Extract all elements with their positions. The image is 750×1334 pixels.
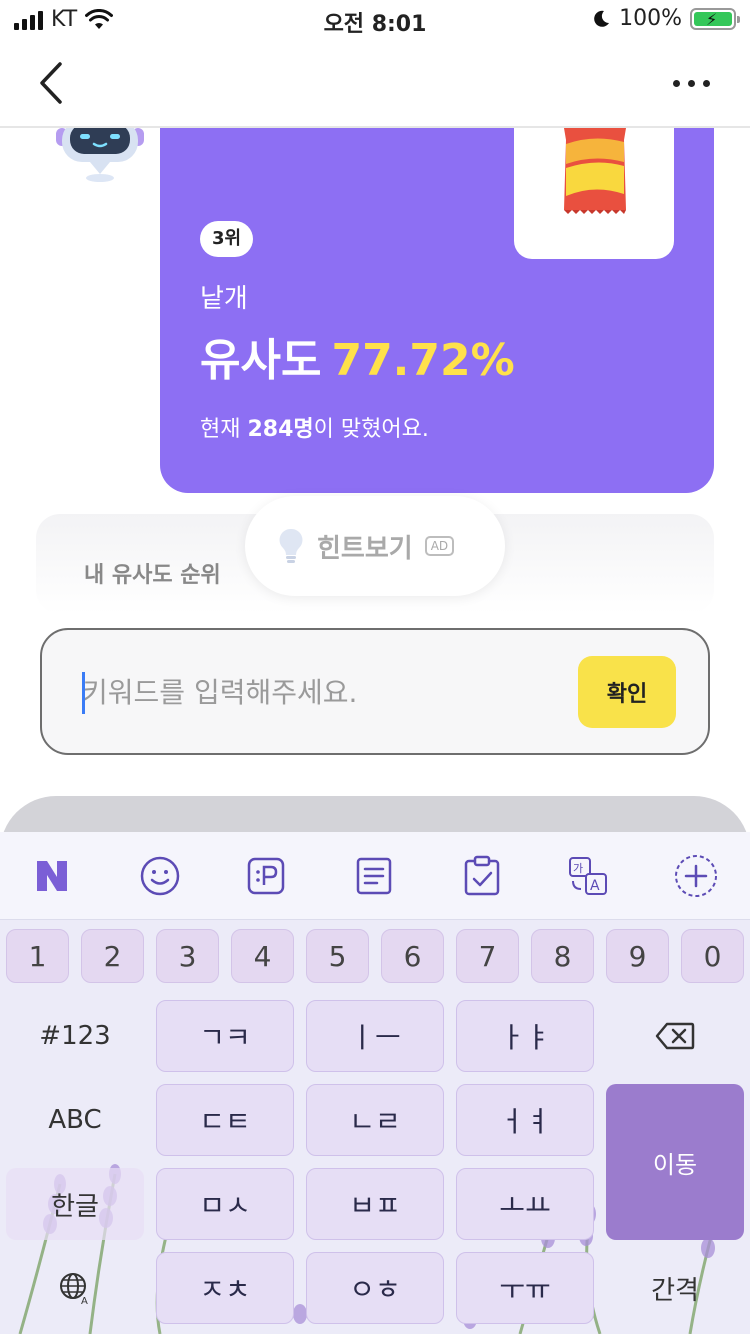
backspace-key[interactable] <box>606 1000 744 1072</box>
key-7[interactable]: 7 <box>456 929 519 983</box>
keyword-input-box: 확인 <box>40 628 710 755</box>
snack-bag-icon <box>564 128 626 214</box>
key-3[interactable]: 3 <box>156 929 219 983</box>
dot <box>702 79 710 87</box>
key-8[interactable]: 8 <box>531 929 594 983</box>
key-english[interactable]: ABC <box>6 1084 144 1156</box>
clipboard-icon[interactable] <box>458 852 506 900</box>
correct-suffix: 이 맞혔어요. <box>313 417 429 442</box>
status-bar: KT 오전 8:01 100% ⚡ <box>0 0 750 40</box>
similarity-label: 유사도 <box>200 335 322 386</box>
bottom-sheet-handle-area <box>0 796 750 832</box>
key-move[interactable]: 이동 <box>606 1084 744 1240</box>
main-content: 3위 낱개 유사도 77.72% 현재 284명이 맞혔어요. 내 유사도 순위 … <box>0 128 750 832</box>
globe-icon: A <box>60 1273 88 1305</box>
key-mieum[interactable]: ㅁㅅ <box>156 1168 294 1240</box>
key-ieung[interactable]: ㅇㅎ <box>306 1252 444 1324</box>
battery-percent: 100% <box>619 6 682 31</box>
dot <box>687 79 695 87</box>
key-4[interactable]: 4 <box>231 929 294 983</box>
key-9[interactable]: 9 <box>606 929 669 983</box>
naver-keyboard: 가A 1 2 3 4 5 6 7 8 9 0 #123 ㄱㅋ ㅣㅡ ㅏㅑ ABC… <box>0 832 750 1334</box>
my-rank-label: 내 유사도 순위 <box>84 563 221 588</box>
robot-mascot-icon <box>56 128 144 182</box>
naver-n-icon[interactable] <box>28 852 76 900</box>
correct-count: 284명 <box>247 417 314 442</box>
key-0[interactable]: 0 <box>681 929 744 983</box>
text-caret <box>82 672 85 714</box>
key-space[interactable]: 간격 <box>606 1252 744 1324</box>
key-digeut[interactable]: ㄷㅌ <box>156 1084 294 1156</box>
key-giyeok[interactable]: ㄱㅋ <box>156 1000 294 1072</box>
lightbulb-icon <box>279 528 303 563</box>
result-card: 3위 낱개 유사도 77.72% 현재 284명이 맞혔어요. <box>160 128 714 493</box>
product-image-box <box>514 128 674 259</box>
hint-button[interactable]: 힌트보기 AD <box>245 496 505 596</box>
svg-text:A: A <box>81 1296 88 1305</box>
backspace-icon <box>655 1022 695 1050</box>
dot <box>672 79 680 87</box>
svg-text:가: 가 <box>573 862 583 875</box>
pay-icon[interactable] <box>242 852 290 900</box>
keyboard-toolbar: 가A <box>0 832 750 920</box>
key-5[interactable]: 5 <box>306 929 369 983</box>
answer-keyword: 낱개 <box>200 284 248 314</box>
charging-bolt-icon: ⚡ <box>706 9 718 29</box>
globe-key[interactable]: A <box>6 1252 144 1324</box>
back-button[interactable] <box>30 58 74 108</box>
correct-prefix: 현재 <box>200 417 248 442</box>
chevron-left-icon <box>40 62 62 104</box>
key-u-yu[interactable]: ㅜㅠ <box>456 1252 594 1324</box>
battery-icon: ⚡ <box>690 7 740 30</box>
svg-text:A: A <box>590 878 600 894</box>
ad-badge: AD <box>424 536 455 556</box>
key-nieun[interactable]: ㄴㄹ <box>306 1084 444 1156</box>
key-1[interactable]: 1 <box>6 929 69 983</box>
key-symbols[interactable]: #123 <box>6 1000 144 1072</box>
similarity-value: 77.72% <box>331 335 515 386</box>
key-o-yo[interactable]: ㅗㅛ <box>456 1168 594 1240</box>
similarity-row: 유사도 77.72% <box>200 324 515 388</box>
rank-badge: 3위 <box>200 221 254 257</box>
key-a-ya[interactable]: ㅏㅑ <box>456 1000 594 1072</box>
key-6[interactable]: 6 <box>381 929 444 983</box>
moon-icon <box>594 10 610 27</box>
more-options-button[interactable] <box>666 68 716 98</box>
key-eo-yeo[interactable]: ㅓㅕ <box>456 1084 594 1156</box>
key-bieup[interactable]: ㅂㅍ <box>306 1168 444 1240</box>
correct-count-text: 현재 284명이 맞혔어요. <box>200 411 429 443</box>
memo-icon[interactable] <box>350 852 398 900</box>
key-hangul[interactable]: 한글 <box>6 1168 144 1240</box>
key-jieut[interactable]: ㅈㅊ <box>156 1252 294 1324</box>
translate-icon[interactable]: 가A <box>564 852 612 900</box>
hint-label: 힌트보기 <box>317 533 413 564</box>
confirm-button[interactable]: 확인 <box>578 656 676 728</box>
nav-bar <box>0 40 750 128</box>
add-icon[interactable] <box>672 852 720 900</box>
key-i-eu[interactable]: ㅣㅡ <box>306 1000 444 1072</box>
keyword-input[interactable] <box>82 666 562 718</box>
emoji-icon[interactable] <box>136 852 184 900</box>
key-2[interactable]: 2 <box>81 929 144 983</box>
